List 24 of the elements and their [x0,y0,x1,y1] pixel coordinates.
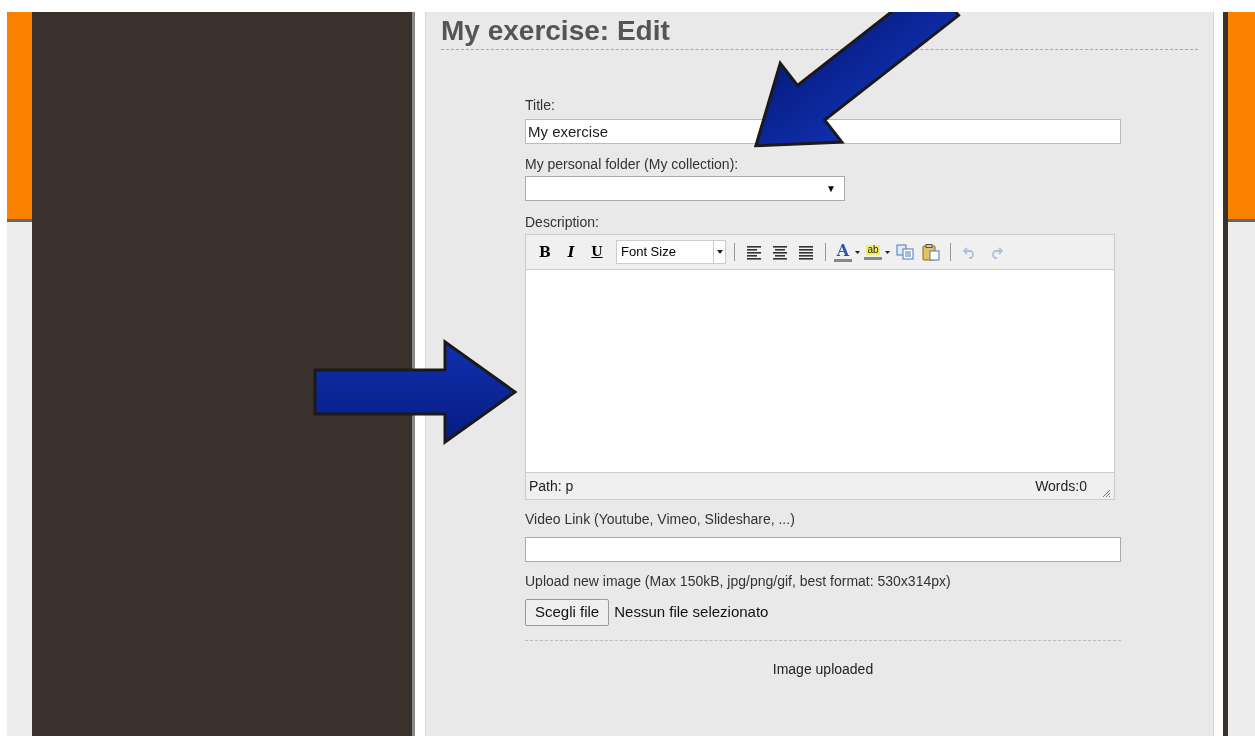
video-link-field[interactable] [525,537,1121,562]
folder-select[interactable]: ▼ [525,176,845,201]
highlight-button[interactable]: ab [864,241,890,263]
page-title: My exercise: Edit [441,14,671,48]
field-label: Upload new image (Max 150kB, jpg/png/gif, best format: 530x314px) [525,572,952,590]
field-label: Video Link (Youtube, Vimeo, Slideshare, ...) [525,510,796,528]
caret-icon [885,250,890,254]
choose-file-button[interactable]: Scegli file [525,599,610,626]
bold-button[interactable]: B [534,241,556,263]
field-label: My personal folder (My collection): [525,155,740,173]
resize-handle-icon[interactable] [1101,488,1111,498]
file-status: Nessun file selezionato [614,602,769,623]
text-color-button[interactable]: A [834,241,860,263]
paste-icon[interactable] [920,241,942,263]
font-size-select[interactable]: Font Size [616,240,726,264]
word-count: Words:0 [1035,476,1087,496]
underline-button[interactable]: U [586,241,608,263]
upload-note: Image uploaded [771,660,875,679]
caret-icon [716,250,723,254]
path-text: Path: p [529,476,574,496]
italic-button[interactable]: I [560,241,582,263]
field-label: Description: [525,213,600,231]
caret-icon [855,250,860,254]
field-label: Title: [525,96,556,114]
